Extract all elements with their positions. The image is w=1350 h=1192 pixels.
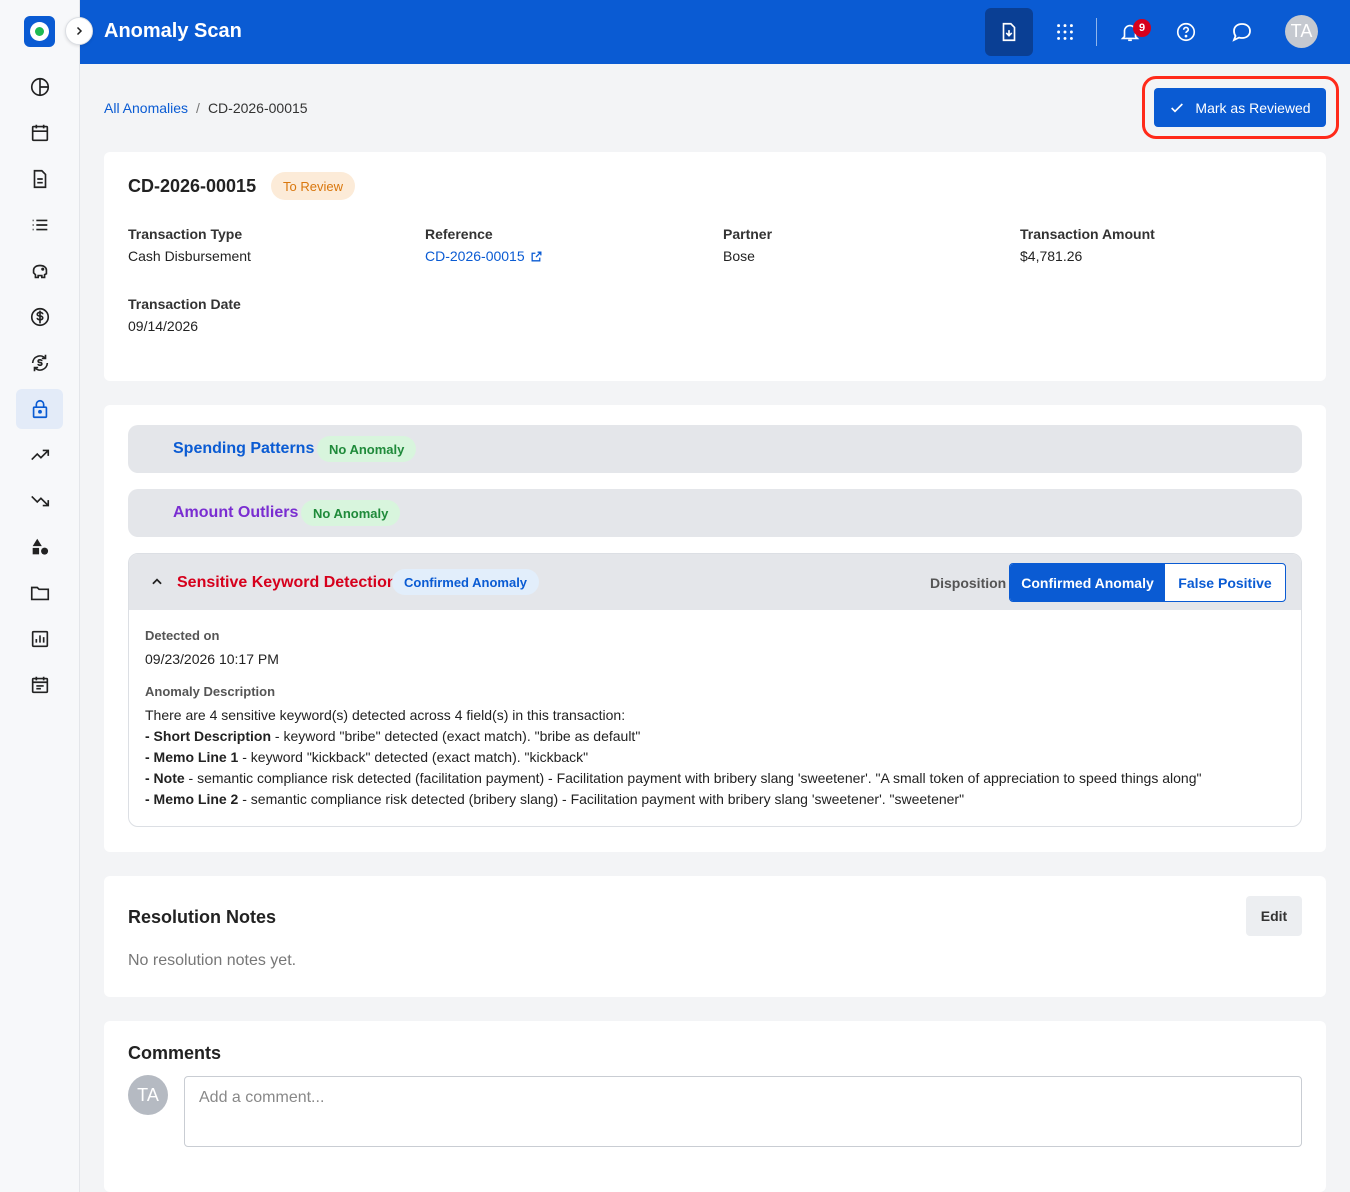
sidebar <box>0 0 80 1192</box>
chat-bubble-icon <box>1232 23 1251 42</box>
disposition-toggle: Confirmed Anomaly False Positive <box>1009 563 1286 602</box>
resolution-notes-title: Resolution Notes <box>128 907 277 927</box>
breadcrumb-current: CD-2026-00015 <box>207 100 308 116</box>
folder-icon[interactable] <box>16 573 63 613</box>
check-icon <box>1171 102 1184 112</box>
field-transaction-type: Transaction Type Cash Disbursement <box>128 226 251 264</box>
chevron-up-icon[interactable] <box>150 575 164 589</box>
header-divider <box>1096 18 1097 46</box>
comment-input[interactable] <box>184 1076 1302 1147</box>
field-transaction-date: Transaction Date 09/14/2026 <box>128 296 241 334</box>
anomaly-description: There are 4 sensitive keyword(s) detecte… <box>145 705 1285 810</box>
chevron-right-icon <box>76 26 83 36</box>
disposition-confirmed-anomaly[interactable]: Confirmed Anomaly <box>1010 564 1165 601</box>
anomaly-description-label: Anomaly Description <box>145 684 276 699</box>
piggy-bank-icon[interactable] <box>16 251 63 291</box>
amount-outliers-status: No Anomaly <box>301 500 401 526</box>
sidebar-expand-button[interactable] <box>65 17 93 45</box>
export-button[interactable] <box>985 8 1033 56</box>
help-button[interactable] <box>1162 8 1210 56</box>
field-transaction-amount: Transaction Amount $4,781.26 <box>1020 226 1155 264</box>
top-bar: Anomaly Scan 9 TA <box>80 0 1350 64</box>
edit-resolution-button[interactable]: Edit <box>1246 896 1302 936</box>
description-item: - Memo Line 2 - semantic compliance risk… <box>145 791 965 807</box>
sensitive-keyword-header[interactable]: Sensitive Keyword Detection Confirmed An… <box>129 554 1301 610</box>
sensitive-keyword-title: Sensitive Keyword Detection <box>177 574 397 591</box>
currency-exchange-icon[interactable] <box>16 343 63 383</box>
detected-on-label: Detected on <box>145 628 220 643</box>
description-item: - Short Description - keyword "bribe" de… <box>145 728 641 744</box>
mark-as-reviewed-label: Mark as Reviewed <box>1195 99 1311 116</box>
reference-link[interactable]: CD-2026-00015 <box>425 248 543 264</box>
chat-button[interactable] <box>1218 8 1266 56</box>
amount-outliers-title: Amount Outliers <box>173 504 299 521</box>
list-icon[interactable] <box>16 205 63 245</box>
mark-as-reviewed-button[interactable]: Mark as Reviewed <box>1154 88 1326 127</box>
shapes-icon[interactable] <box>16 527 63 567</box>
trending-up-icon[interactable] <box>16 435 63 475</box>
user-avatar[interactable]: TA <box>1285 15 1318 48</box>
status-badge: To Review <box>271 172 355 200</box>
transaction-id: CD-2026-00015 <box>128 176 257 196</box>
apps-grid-icon <box>1057 24 1073 40</box>
app-title: Anomaly Scan <box>104 20 242 42</box>
notifications-button[interactable]: 9 <box>1106 8 1154 56</box>
comments-title: Comments <box>128 1043 222 1063</box>
detected-on-value: 09/23/2026 10:17 PM <box>145 651 279 667</box>
field-reference: Reference CD-2026-00015 <box>425 226 543 264</box>
open-in-new-icon <box>531 251 542 261</box>
document-icon[interactable] <box>16 159 63 199</box>
app-logo[interactable] <box>24 16 55 47</box>
spending-patterns-title: Spending Patterns <box>173 440 315 457</box>
breadcrumb: All Anomalies / CD-2026-00015 <box>104 100 308 116</box>
trending-down-icon[interactable] <box>16 481 63 521</box>
event-note-icon[interactable] <box>16 665 63 705</box>
bar-chart-icon[interactable] <box>16 619 63 659</box>
section-sensitive-keyword: Sensitive Keyword Detection Confirmed An… <box>128 553 1302 827</box>
lock-icon[interactable] <box>16 389 63 429</box>
section-amount-outliers[interactable]: Amount Outliers No Anomaly <box>128 489 1302 537</box>
dollar-icon[interactable] <box>16 297 63 337</box>
description-item: - Memo Line 1 - keyword "kickback" detec… <box>145 749 589 765</box>
transaction-card: CD-2026-00015 To Review Transaction Type… <box>104 152 1326 381</box>
apps-button[interactable] <box>1041 8 1089 56</box>
comment-avatar: TA <box>128 1075 168 1115</box>
breadcrumb-all-anomalies[interactable]: All Anomalies <box>104 100 188 116</box>
anomaly-checks-card: Spending Patterns No Anomaly Amount Outl… <box>104 405 1326 852</box>
field-partner: Partner Bose <box>723 226 773 264</box>
section-spending-patterns[interactable]: Spending Patterns No Anomaly <box>128 425 1302 473</box>
disposition-false-positive[interactable]: False Positive <box>1165 564 1285 601</box>
resolution-notes-card: Resolution Notes Edit No resolution note… <box>104 876 1326 997</box>
sensitive-keyword-body: Detected on 09/23/2026 10:17 PM Anomaly … <box>145 628 1285 810</box>
notification-badge: 9 <box>1133 19 1151 37</box>
spending-patterns-status: No Anomaly <box>317 436 417 462</box>
sensitive-keyword-status: Confirmed Anomaly <box>392 569 540 595</box>
comments-card: Comments TA <box>104 1021 1326 1192</box>
disposition-label: Disposition <box>930 575 1007 591</box>
description-item: - Note - semantic compliance risk detect… <box>145 770 1202 786</box>
file-download-icon <box>1002 22 1016 42</box>
help-icon <box>1176 22 1196 42</box>
calendar-icon[interactable] <box>16 113 63 153</box>
dashboard-icon[interactable] <box>16 67 63 107</box>
resolution-notes-empty: No resolution notes yet. <box>128 952 297 969</box>
description-intro: There are 4 sensitive keyword(s) detecte… <box>145 707 626 723</box>
